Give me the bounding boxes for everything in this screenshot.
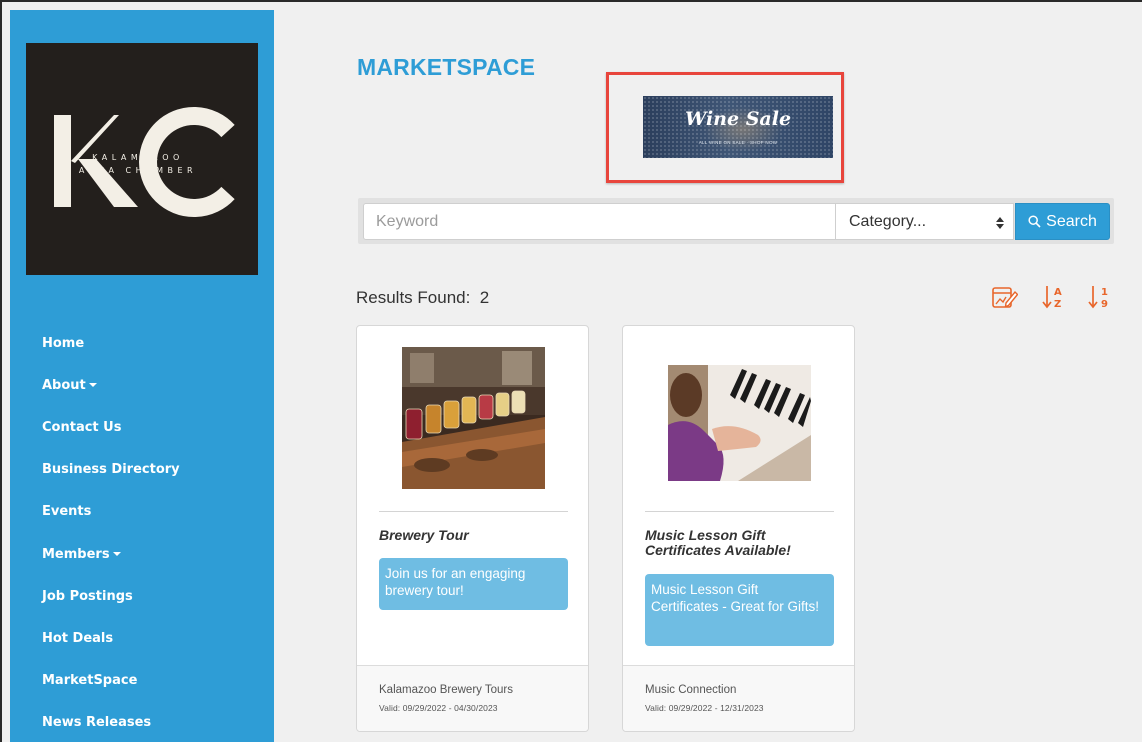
card-vendor: Kalamazoo Brewery Tours <box>379 684 514 696</box>
card-valid-dates: Valid: 09/29/2022 - 12/31/2023 <box>645 703 764 713</box>
caret-down-icon <box>112 552 121 557</box>
brewery-tour-image[interactable] <box>402 347 545 489</box>
results-count: 2 <box>479 288 490 307</box>
chamber-logo[interactable]: KALAMAZOO AREA CHAMBER <box>26 43 258 275</box>
nav-item-members[interactable]: Members <box>10 533 274 575</box>
keyword-input[interactable] <box>363 203 836 240</box>
results-found: Results Found: 2 <box>356 288 489 308</box>
search-button-label: Search <box>1046 212 1097 230</box>
main-content: MARKETSPACE Wine Sale ALL WINE ON SALE ·… <box>274 10 1142 742</box>
kc-monogram-icon: KALAMAZOO AREA CHAMBER <box>54 107 235 217</box>
select-updown-icon <box>996 217 1004 229</box>
nav-item-about[interactable]: About <box>10 364 274 406</box>
card-title[interactable]: Brewery Tour <box>379 528 571 543</box>
sort-a-z-icon[interactable]: A Z <box>1041 283 1069 316</box>
caret-down-icon <box>88 383 97 388</box>
card-footer: Music Connection Valid: 09/29/2022 - 12/… <box>623 665 854 731</box>
nav-item-marketspace[interactable]: MarketSpace <box>10 660 274 702</box>
svg-text:Z: Z <box>1054 299 1061 310</box>
card-title[interactable]: Music Lesson Gift Certificates Available… <box>645 528 837 558</box>
nav-item-business-directory[interactable]: Business Directory <box>10 449 274 491</box>
card-valid-dates: Valid: 09/29/2022 - 04/30/2023 <box>379 703 498 713</box>
card-description: Join us for an engaging brewery tour! <box>379 558 568 610</box>
page-title: MARKETSPACE <box>357 54 536 80</box>
sidebar: KALAMAZOO AREA CHAMBER Home About Contac… <box>10 10 274 742</box>
card-separator <box>379 511 568 512</box>
svg-text:A: A <box>1054 287 1062 298</box>
card-footer: Kalamazoo Brewery Tours Valid: 09/29/202… <box>357 665 588 731</box>
card-description: Music Lesson Gift Certificates - Great f… <box>645 574 834 646</box>
music-lesson-image[interactable] <box>668 365 811 481</box>
sort-1-9-icon[interactable]: 1 9 <box>1087 283 1115 316</box>
category-select[interactable]: Category... <box>836 203 1014 240</box>
nav-item-events[interactable]: Events <box>10 491 274 533</box>
card-vendor: Music Connection <box>645 684 737 696</box>
magnifier-icon <box>1028 215 1041 228</box>
svg-text:KALAMAZOO: KALAMAZOO <box>92 153 184 162</box>
nav-item-home[interactable]: Home <box>10 322 274 364</box>
sort-controls: A Z 1 9 <box>990 283 1116 311</box>
banner-title: Wine Sale <box>684 108 792 130</box>
banner-subtitle: ALL WINE ON SALE · SHOP NOW <box>698 140 778 145</box>
results-label: Results Found: <box>356 288 471 307</box>
svg-text:9: 9 <box>1101 299 1108 310</box>
nav-item-contact-us[interactable]: Contact Us <box>10 406 274 448</box>
nav-item-hot-deals[interactable]: Hot Deals <box>10 617 274 659</box>
search-bar: Category... Search <box>358 198 1114 244</box>
svg-text:AREA CHAMBER: AREA CHAMBER <box>79 166 197 175</box>
card-separator <box>645 511 834 512</box>
main-nav: Home About Contact Us Business Directory… <box>10 322 274 742</box>
nav-item-news-releases[interactable]: News Releases <box>10 702 274 742</box>
category-selected-value: Category... <box>849 212 927 230</box>
market-card[interactable]: Music Lesson Gift Certificates Available… <box>622 325 855 732</box>
market-card[interactable]: Brewery Tour Join us for an engaging bre… <box>356 325 589 732</box>
calendar-edit-icon[interactable] <box>990 283 1019 316</box>
svg-text:1: 1 <box>1101 287 1108 298</box>
wine-sale-banner[interactable]: Wine Sale ALL WINE ON SALE · SHOP NOW <box>643 96 833 158</box>
search-button[interactable]: Search <box>1015 203 1110 240</box>
nav-item-job-postings[interactable]: Job Postings <box>10 575 274 617</box>
